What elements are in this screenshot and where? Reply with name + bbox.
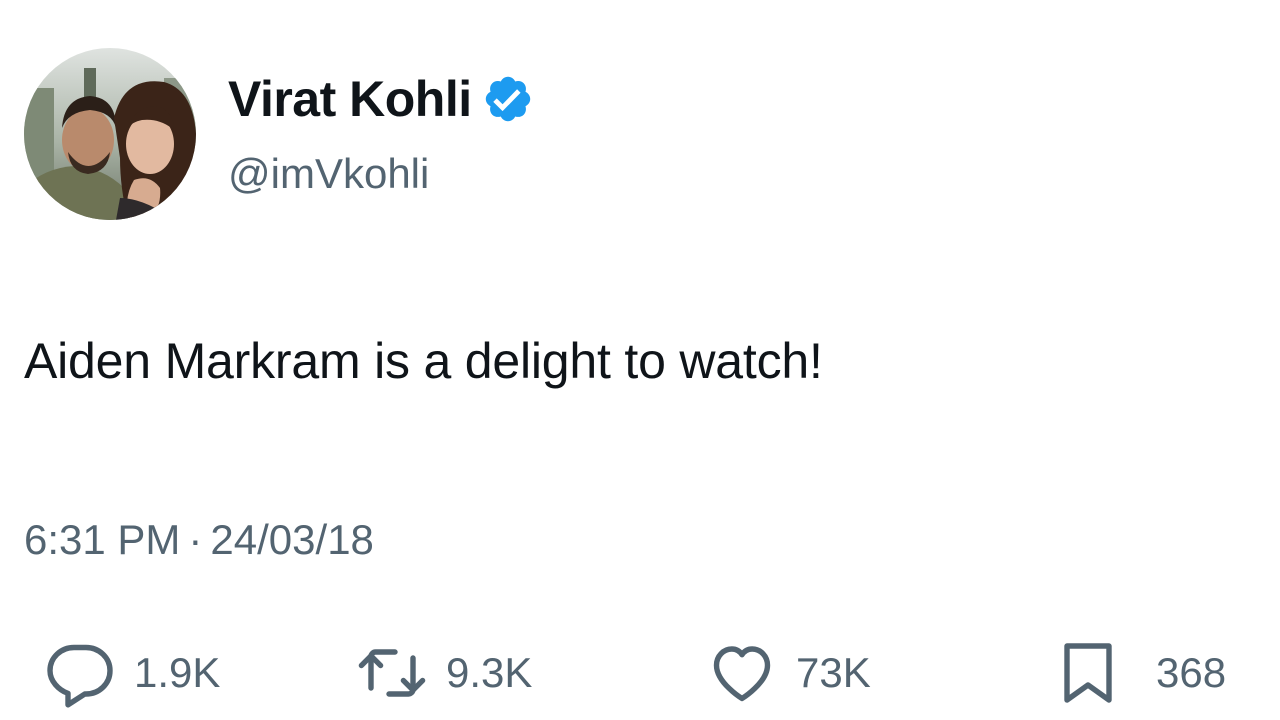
retweet-count: 9.3K bbox=[446, 649, 533, 696]
retweet-icon bbox=[356, 637, 428, 709]
reply-count: 1.9K bbox=[134, 649, 221, 696]
avatar-image bbox=[24, 48, 196, 220]
tweet-date: 24/03/18 bbox=[210, 516, 374, 563]
author-name-row[interactable]: Virat Kohli bbox=[228, 68, 534, 130]
author-handle[interactable]: @imVkohli bbox=[228, 146, 429, 202]
heart-icon bbox=[706, 637, 778, 709]
tweet-text: Aiden Markram is a delight to watch! bbox=[24, 333, 823, 389]
tweet-timestamp[interactable]: 6:31 PM · 24/03/18 bbox=[24, 512, 374, 568]
action-bar: 1.9K 9.3K 73K 368 bbox=[0, 636, 1280, 716]
verified-badge-icon bbox=[482, 73, 534, 125]
reply-button[interactable]: 1.9K bbox=[44, 636, 220, 710]
meta-separator: · bbox=[188, 516, 203, 563]
tweet-time: 6:31 PM bbox=[24, 516, 181, 563]
like-count: 73K bbox=[796, 649, 871, 696]
bookmark-count: 368 bbox=[1156, 649, 1227, 696]
bookmark-icon bbox=[1052, 637, 1124, 709]
display-name[interactable]: Virat Kohli bbox=[228, 68, 472, 130]
retweet-button[interactable]: 9.3K bbox=[356, 636, 532, 710]
like-button[interactable]: 73K bbox=[706, 636, 871, 710]
tweet-card: Virat Kohli @imVkohli Aiden Markram is a… bbox=[0, 0, 1280, 720]
bookmark-button[interactable]: 368 bbox=[1052, 636, 1226, 710]
reply-icon bbox=[44, 637, 116, 709]
avatar[interactable] bbox=[24, 48, 196, 220]
